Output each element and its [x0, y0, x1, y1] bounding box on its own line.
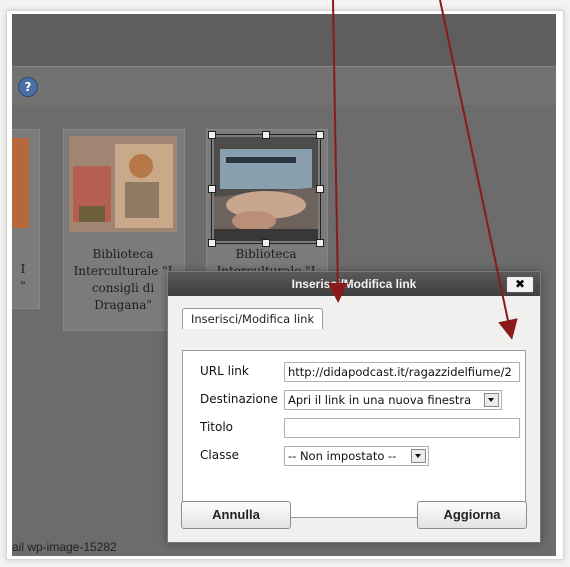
arrow-to-url-field: [439, 0, 518, 340]
annotation-arrows: [327, 0, 518, 340]
arrow-to-dialog-title: [327, 0, 348, 303]
screenshot-frame: ? I " Biblioteca Interculturale "I consi…: [0, 0, 570, 567]
